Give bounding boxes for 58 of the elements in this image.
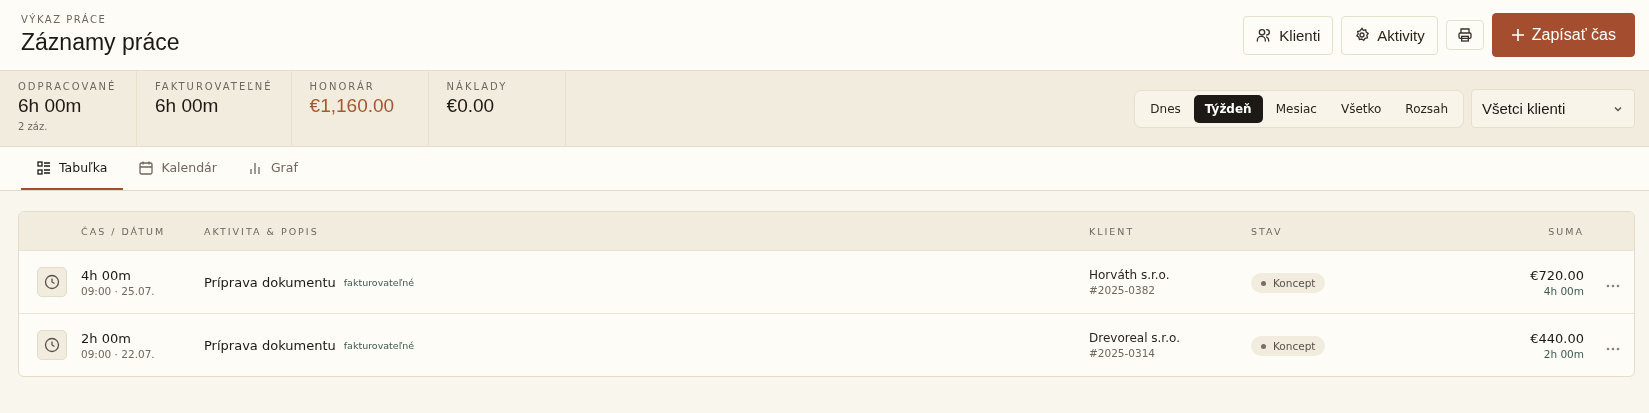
column-header: KLIENT <box>1089 225 1136 237</box>
settings-icon <box>1354 27 1371 43</box>
column-header: ČAS / DÁTUM <box>81 225 167 237</box>
period-tab[interactable]: Mesiac <box>1264 94 1328 123</box>
stat-label: ODPRACOVANÉ <box>18 81 118 92</box>
amount-duration: 2h 00m <box>1543 347 1584 360</box>
calendar-icon <box>139 160 154 175</box>
client-name: Horváth s.r.o. <box>1089 268 1171 282</box>
column-header: SUMA <box>1547 225 1584 237</box>
clients-button[interactable]: Klienti <box>1243 15 1334 55</box>
column-header: AKTIVITA & POPIS <box>204 225 320 237</box>
billable-tag: fakturovateľné <box>343 339 415 351</box>
period-tab[interactable]: Dnes <box>1139 94 1192 123</box>
period-tab[interactable]: Týždeň <box>1193 94 1263 123</box>
status-badge: Koncept <box>1251 336 1326 357</box>
period-tab[interactable]: Všetko <box>1329 94 1393 123</box>
amount: €440.00 <box>1530 330 1584 346</box>
reference-number: #2025-0314 <box>1089 347 1157 359</box>
more-icon[interactable] <box>1606 346 1620 351</box>
list-icon <box>37 160 51 175</box>
print-button[interactable] <box>1445 20 1484 50</box>
period-tab[interactable]: Rozsah <box>1394 94 1459 123</box>
activity-name: Príprava dokumentu <box>204 274 336 290</box>
time-date: 09:00 · 25.07. <box>81 284 156 297</box>
stat-label: FAKTUROVATEĽNÉ <box>155 81 273 92</box>
view-tab[interactable]: Tabuľka <box>21 147 124 190</box>
time-date: 09:00 · 22.07. <box>81 347 156 360</box>
client-name: Drevoreal s.r.o. <box>1089 331 1181 345</box>
plus-icon <box>1510 28 1525 42</box>
log-time-button[interactable]: Zapísať čas <box>1491 13 1635 57</box>
duration: 4h 00m <box>81 267 132 283</box>
client-select[interactable]: Všetci klienti <box>1471 89 1635 128</box>
stat-value: 6h 00m <box>18 95 83 117</box>
page-title: Záznamy práce <box>21 29 180 56</box>
bar-chart-icon <box>248 160 263 175</box>
activity-name: Príprava dokumentu <box>204 337 336 353</box>
view-tab[interactable]: Kalendár <box>123 147 233 190</box>
more-icon[interactable] <box>1606 283 1620 288</box>
status-badge: Koncept <box>1251 273 1326 294</box>
activities-button[interactable]: Aktivity <box>1341 15 1438 55</box>
duration: 2h 00m <box>81 330 132 346</box>
section-label: VÝKAZ PRÁCE <box>21 14 108 25</box>
stat-value: €1,160.00 <box>309 95 396 117</box>
stat-label: HONORÁR <box>309 81 376 92</box>
people-icon <box>1256 27 1273 43</box>
amount: €720.00 <box>1530 267 1584 283</box>
stat-value: 6h 00m <box>155 95 220 117</box>
printer-icon <box>1456 27 1473 43</box>
stat-value: €0.00 <box>446 95 496 117</box>
billable-tag: fakturovateľné <box>343 276 415 288</box>
reference-number: #2025-0382 <box>1089 284 1157 296</box>
stat-label: NÁKLADY <box>446 81 509 92</box>
column-header: STAV <box>1251 225 1284 237</box>
stat-note: 2 záz. <box>18 121 49 132</box>
view-tab[interactable]: Graf <box>232 147 314 190</box>
amount-duration: 4h 00m <box>1543 284 1584 297</box>
clock-icon <box>37 267 67 297</box>
clock-icon <box>37 330 67 360</box>
